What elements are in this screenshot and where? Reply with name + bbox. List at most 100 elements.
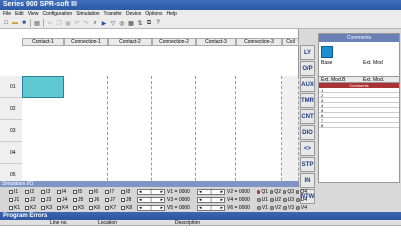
input-checkbox[interactable]: I6 [89, 189, 103, 195]
input-checkbox[interactable]: I4 [57, 189, 71, 195]
column-header-connection-1: Connection-1 [64, 38, 108, 46]
column-header-connection-3: Connection-3 [236, 38, 282, 46]
window-title: Series 900 SPR-soft III [0, 0, 401, 10]
comments-list: 1 2 3 4 5 6 7 8 [319, 88, 399, 128]
paste-icon[interactable]: ▣ [64, 19, 72, 27]
aux-tool-icon[interactable]: AUX [300, 77, 315, 92]
output-indicator: U4 [296, 197, 307, 203]
menu-file[interactable]: File [1, 11, 13, 17]
comments-panel: Comments Base Ext. Mod Ext. Mod.B Ext. M… [318, 33, 400, 183]
analog-value: V3 = 0000 [167, 196, 190, 203]
input-checkbox[interactable]: K7 [105, 205, 119, 211]
transfer-icon[interactable]: ⇅ [136, 19, 144, 27]
simulation-row: K1 K2 K3 K4 K5 K6 K7 K8 ◂ | ▸ V5 = 0000 ◂ |… [9, 204, 307, 211]
analog-slider[interactable]: ◂ | ▸ [197, 196, 225, 203]
run-icon[interactable]: ▶ [100, 19, 108, 27]
input-checkbox[interactable]: J4 [57, 197, 71, 203]
simulation-row: I1 I2 I3 I4 I5 I6 I7 I8 ◂ | ▸ V1 = 0000 ◂ |… [9, 188, 307, 195]
comments-title: Comments [319, 34, 399, 42]
menu-configuration[interactable]: Configuration [40, 11, 74, 17]
open-folder-icon[interactable]: ▬ [11, 19, 19, 27]
output-indicator: V1 [257, 205, 268, 211]
timer-tool-icon[interactable]: TMR [300, 93, 315, 108]
toolbar-divider [30, 19, 31, 27]
selected-ladder-cell[interactable] [22, 76, 64, 98]
right-panel: LY O/P AUX TMR CNT DIO <> STP IN NTW Com… [299, 29, 401, 211]
monitor-icon[interactable]: ◎ [118, 19, 126, 27]
input-checkbox[interactable]: J6 [89, 197, 103, 203]
column-header-contact-3: Contact-3 [196, 38, 236, 46]
column-header-contact-2: Contact-2 [108, 38, 152, 46]
input-checkbox[interactable]: K2 [25, 205, 39, 211]
rung-number: 02 [0, 98, 22, 120]
input-checkbox[interactable]: K3 [41, 205, 55, 211]
cut-icon[interactable]: ✂ [46, 19, 54, 27]
input-checkbox[interactable]: J3 [41, 197, 55, 203]
analog-value: V4 = 0000 [227, 196, 250, 203]
input-checkbox[interactable]: I7 [105, 189, 119, 195]
analog-slider[interactable]: ◂ | ▸ [197, 188, 225, 195]
compare-icon[interactable]: ⧉ [145, 19, 153, 27]
relay-tool-icon[interactable]: LY [300, 45, 315, 60]
menu-simulation[interactable]: Simulation [74, 11, 101, 17]
output-indicator: U3 [283, 197, 294, 203]
find-icon[interactable]: ⌕ [91, 19, 99, 27]
input-checkbox[interactable]: I5 [73, 189, 87, 195]
input-checkbox[interactable]: K1 [9, 205, 23, 211]
input-checkbox[interactable]: I3 [41, 189, 55, 195]
rung-number: 03 [0, 120, 22, 142]
input-checkbox[interactable]: K6 [89, 205, 103, 211]
counter-tool-icon[interactable]: CNT [300, 109, 315, 124]
tab-ext-mod[interactable]: Ext. Mod [363, 60, 383, 66]
column-header-coil: Coil [282, 38, 299, 46]
input-checkbox[interactable]: K8 [121, 205, 135, 211]
grid-icon[interactable]: ▦ [127, 19, 135, 27]
compare-tool-icon[interactable]: <> [300, 141, 315, 156]
analog-value: V2 = 0000 [227, 188, 250, 195]
input-checkbox[interactable]: J2 [25, 197, 39, 203]
input-checkbox[interactable]: K4 [57, 205, 71, 211]
menu-edit[interactable]: Edit [13, 11, 26, 17]
input-checkbox[interactable]: I8 [121, 189, 135, 195]
tab-base[interactable]: Base [321, 60, 332, 66]
toolbar-divider [43, 19, 44, 27]
analog-slider[interactable]: ◂ | ▸ [137, 196, 165, 203]
menu-device[interactable]: Device [124, 11, 143, 17]
menu-transfer[interactable]: Transfer [102, 11, 124, 17]
copy-icon[interactable]: ❐ [55, 19, 63, 27]
output-indicator: Q4 [296, 189, 307, 195]
output-indicator: U2 [270, 197, 281, 203]
input-checkbox[interactable]: J8 [121, 197, 135, 203]
dio-tool-icon[interactable]: DIO [300, 125, 315, 140]
redo-icon[interactable]: ↷ [82, 19, 90, 27]
ladder-diagram[interactable]: Contact-1 Connection-1 Contact-2 Connect… [0, 29, 299, 201]
output-tool-icon[interactable]: O/P [300, 61, 315, 76]
input-checkbox[interactable]: J7 [105, 197, 119, 203]
save-icon[interactable]: ■ [20, 19, 28, 27]
base-module-icon[interactable] [321, 46, 333, 58]
simulation-panel: I1 I2 I3 I4 I5 I6 I7 I8 ◂ | ▸ V1 = 0000 ◂ |… [0, 187, 307, 212]
input-checkbox[interactable]: I2 [25, 189, 39, 195]
input-checkbox[interactable]: K5 [73, 205, 87, 211]
analog-slider[interactable]: ◂ | ▸ [137, 204, 165, 211]
menu-help[interactable]: Help [165, 11, 179, 17]
filter-icon[interactable]: ▽ [109, 19, 117, 27]
step-tool-icon[interactable]: STP [300, 157, 315, 172]
undo-icon[interactable]: ↶ [73, 19, 81, 27]
toolbar: □ ▬ ■ ▤ ✂ ❐ ▣ ↶ ↷ ⌕ ▶ ▽ ◎ ▦ ⇅ ⧉ ? [0, 18, 401, 29]
help-icon[interactable]: ? [154, 19, 162, 27]
new-file-icon[interactable]: □ [2, 19, 10, 27]
simulation-row: J1 J2 J3 J4 J5 J6 J7 J8 ◂ | ▸ V3 = 0000 ◂ |… [9, 196, 307, 203]
print-icon[interactable]: ▤ [33, 19, 41, 27]
input-tool-icon[interactable]: IN [300, 173, 315, 188]
analog-slider[interactable]: ◂ | ▸ [137, 188, 165, 195]
input-checkbox[interactable]: J1 [9, 197, 23, 203]
list-item[interactable]: 8 [319, 123, 399, 128]
input-checkbox[interactable]: J5 [73, 197, 87, 203]
output-indicator: V4 [296, 205, 307, 211]
output-indicator: Q3 [283, 189, 294, 195]
analog-slider[interactable]: ◂ | ▸ [197, 204, 225, 211]
input-checkbox[interactable]: I1 [9, 189, 23, 195]
menu-options[interactable]: Options [143, 11, 164, 17]
menu-view[interactable]: View [26, 11, 41, 17]
